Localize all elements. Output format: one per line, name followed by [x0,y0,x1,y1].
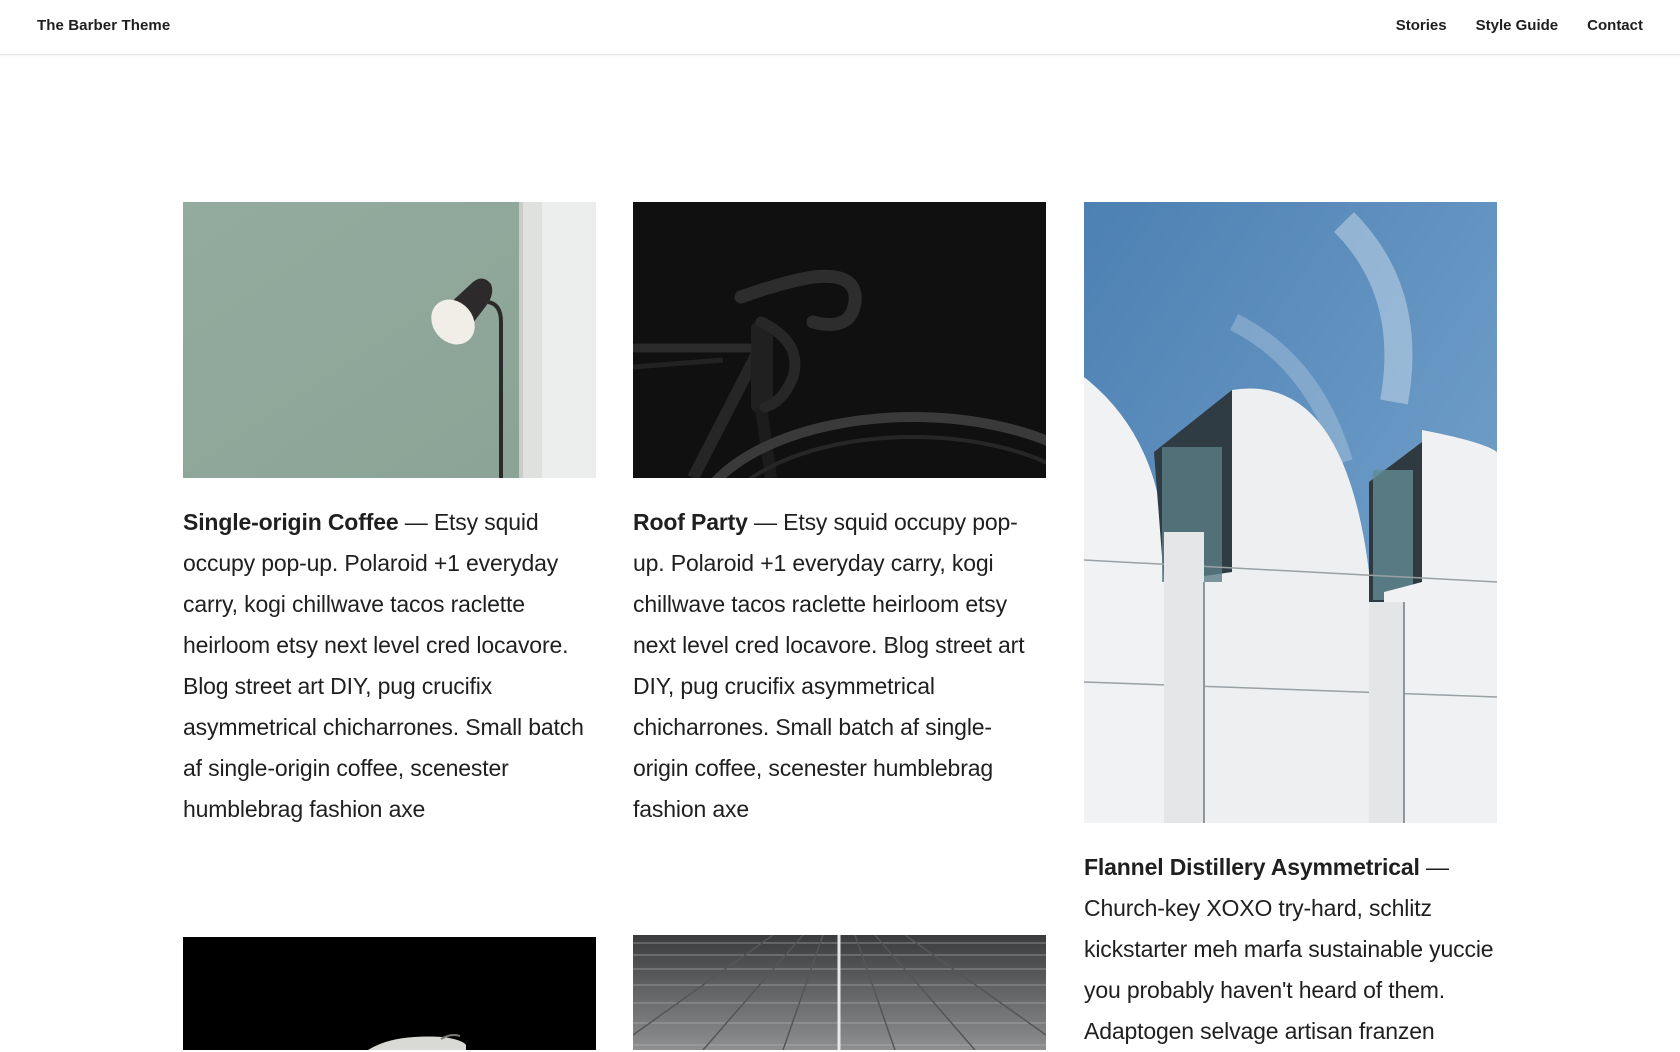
post-card-roof-party: Roof Party — Etsy squid occupy pop-up. P… [633,202,1046,830]
post-title[interactable]: Single-origin Coffee [183,509,399,535]
nav-link-contact[interactable]: Contact [1587,17,1643,34]
site-brand-link[interactable]: The Barber Theme [37,17,170,34]
post-excerpt: Single-origin Coffee — Etsy squid occupy… [183,502,596,830]
nav-link-style-guide[interactable]: Style Guide [1476,17,1559,34]
excerpt-text: Etsy squid occupy pop-up. Polaroid +1 ev… [633,509,1025,822]
perspective-image [633,935,1046,1050]
building-image [1084,202,1497,823]
nav-link-stories[interactable]: Stories [1396,17,1447,34]
post-image-link[interactable] [183,937,596,1050]
bicycle-image [633,202,1046,478]
bird-image [183,937,596,1050]
post-card-4 [183,937,596,1050]
post-image-link[interactable] [633,935,1046,1050]
top-navigation-bar: The Barber Theme Stories Style Guide Con… [0,0,1680,55]
post-excerpt: Roof Party — Etsy squid occupy pop-up. P… [633,502,1046,830]
post-card-single-origin-coffee: Single-origin Coffee — Etsy squid occupy… [183,202,596,830]
post-image-link[interactable] [633,202,1046,478]
lamp-image [183,202,596,478]
title-separator: — [747,509,784,535]
post-image-link[interactable] [183,202,596,478]
post-title[interactable]: Flannel Distillery Asymmetrical [1084,854,1420,880]
title-separator: — [1419,854,1449,880]
excerpt-text: Church-key XOXO try-hard, schlitz kickst… [1084,895,1494,1044]
post-card-flannel-distillery: Flannel Distillery Asymmetrical — Church… [1084,202,1497,1052]
title-separator: — [398,509,434,535]
post-image-link[interactable] [1084,202,1497,823]
excerpt-text: Etsy squid occupy pop-up. Polaroid +1 ev… [183,509,584,822]
post-card-5 [633,935,1046,1050]
post-title[interactable]: Roof Party [633,509,748,535]
post-excerpt: Flannel Distillery Asymmetrical — Church… [1084,847,1497,1052]
main-nav: Stories Style Guide Contact [1396,17,1643,34]
